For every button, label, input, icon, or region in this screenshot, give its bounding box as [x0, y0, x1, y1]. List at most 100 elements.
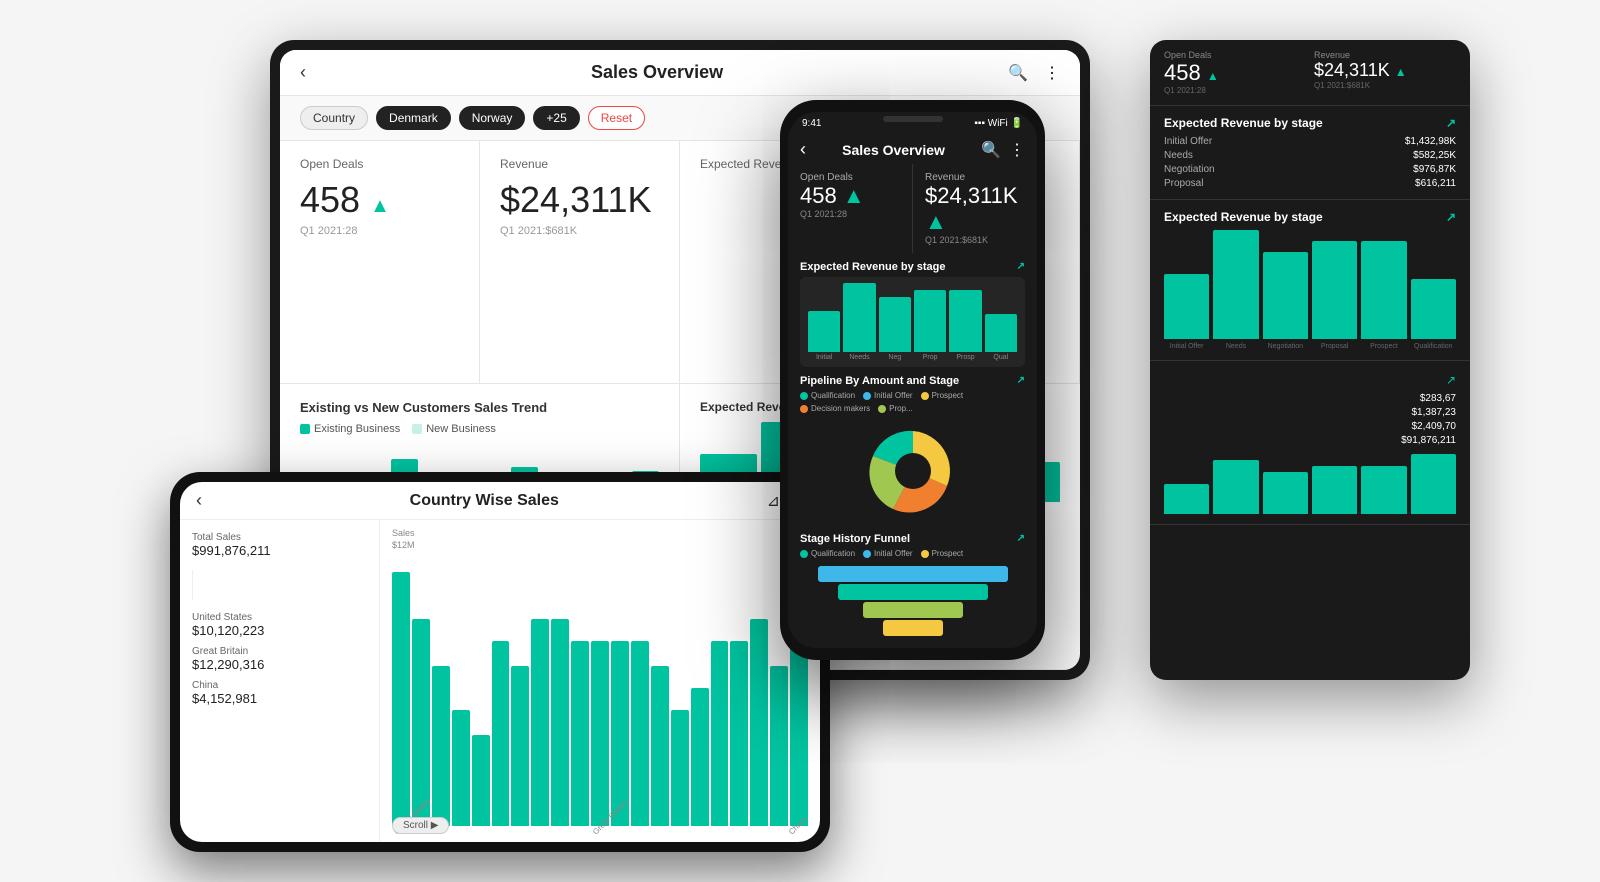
scroll-button[interactable]: Scroll ▶	[392, 817, 449, 834]
bar-us	[392, 572, 410, 826]
portrait-phone-device: 9:41 ▪▪▪ WiFi 🔋 ‹ Sales Overview 🔍 ⋮ Ope…	[780, 100, 1045, 660]
sales-trend-title: Existing vs New Customers Sales Trend	[300, 400, 659, 415]
funnel-dot	[863, 550, 871, 558]
pphone-open-deals-label: Open Deals	[800, 172, 900, 183]
legend-existing: Existing Business	[300, 423, 400, 435]
y-axis-label: Sales	[392, 528, 808, 538]
us-sales-metric: United States $10,120,223	[192, 612, 367, 638]
funnel-legend-qual: Qualification	[800, 549, 855, 558]
search-icon[interactable]: 🔍	[1008, 63, 1028, 83]
pphone-bar	[879, 297, 911, 352]
rp-bar-chart: Initial Offer Needs Negotiation Proposal…	[1164, 230, 1456, 350]
rp-bar-chart-title: Expected Revenue by stage ↗	[1164, 210, 1456, 224]
bar-germany	[472, 735, 490, 826]
open-deals-label: Open Deals	[300, 157, 459, 171]
legend-initial-offer: Initial Offer	[863, 391, 913, 400]
rp-bottom-section: ↗ $283,67 $1,387,23 $2,409,70 $91,876,21…	[1150, 361, 1470, 525]
legend-new-dot	[412, 424, 422, 434]
pphone-bars	[808, 283, 1017, 352]
pphone-open-deals-sub: Q1 2021:28	[800, 209, 900, 219]
bar-canada	[671, 710, 689, 826]
reset-button[interactable]: Reset	[588, 106, 645, 130]
open-deals-sub: Q1 2021:28	[300, 225, 459, 237]
expand-icon[interactable]: ↗	[1446, 116, 1456, 130]
open-deals-value: 458 ▲	[300, 179, 459, 221]
funnel-dot	[800, 550, 808, 558]
funnel-level-1	[818, 566, 1008, 582]
list-item: $1,387,23	[1164, 407, 1456, 418]
pphone-up-icon: ▲	[843, 183, 865, 208]
expand-icon-2[interactable]: ↗	[1446, 210, 1456, 224]
rp-bottom-bar	[1361, 466, 1406, 514]
rp-bar-label: Proposal	[1312, 343, 1357, 350]
metric-open-deals: Open Deals 458 ▲ Q1 2021:28	[280, 141, 480, 384]
bar-col3	[790, 641, 808, 826]
legend-existing-dot	[300, 424, 310, 434]
revenue-sub: Q1 2021:$681K	[500, 225, 659, 237]
pphone-exp-revenue-section: Expected Revenue by stage ↗ Initial N	[788, 253, 1037, 371]
filter-denmark[interactable]: Denmark	[376, 106, 451, 130]
pipeline-expand-icon[interactable]: ↗	[1017, 375, 1025, 387]
pphone-revenue-label: Revenue	[925, 172, 1025, 183]
pphone-bar	[808, 311, 840, 352]
legend-prospect: Prospect	[921, 391, 964, 400]
filter-country[interactable]: Country	[300, 106, 368, 130]
rp-open-deals-label: Open Deals	[1164, 50, 1306, 60]
china-value: $4,152,981	[192, 691, 367, 706]
list-item: $2,409,70	[1164, 421, 1456, 432]
rp-exp-revenue-section: Expected Revenue by stage ↗ Initial Offe…	[1150, 106, 1470, 200]
pphone-search-icon[interactable]: 🔍	[981, 140, 1001, 160]
pphone-bar	[914, 290, 946, 352]
rp-bar	[1312, 241, 1357, 339]
pphone-revenue-sub: Q1 2021:$681K	[925, 235, 1025, 245]
rp-bar	[1361, 241, 1406, 339]
landscape-phone-device: ‹ Country Wise Sales ⊿ ⋮ Total Sales $99…	[170, 472, 830, 852]
portrait-screen: 9:41 ▪▪▪ WiFi 🔋 ‹ Sales Overview 🔍 ⋮ Ope…	[788, 112, 1037, 648]
funnel-level-3	[863, 602, 963, 618]
rp-bottom-bars	[1164, 454, 1456, 514]
list-item: Proposal $616,211	[1164, 178, 1456, 189]
rp-bar-labels: Initial Offer Needs Negotiation Proposal…	[1164, 343, 1456, 350]
bar-cuba	[651, 666, 669, 826]
rp-revenue: Revenue $24,311K ▲ Q1 2021:$681K	[1314, 50, 1456, 95]
pphone-pipeline-section: Pipeline By Amount and Stage ↗ Qualifica…	[788, 371, 1037, 529]
pphone-more-icon[interactable]: ⋮	[1009, 140, 1025, 160]
bar-label: Neg	[879, 354, 911, 361]
bar-sweden	[611, 641, 629, 826]
filter-more[interactable]: +25	[533, 106, 579, 130]
bar-label: Initial	[808, 354, 840, 361]
us-label: United States	[192, 612, 367, 623]
y-axis-12m: $12M	[392, 540, 808, 550]
rp-bottom-bar	[1164, 484, 1209, 514]
gb-sales-metric: Great Britain $12,290,316	[192, 646, 367, 672]
back-icon[interactable]: ‹	[300, 62, 306, 83]
pphone-funnel-legend: Qualification Initial Offer Prospect	[800, 549, 1025, 558]
rp-bottom-list: $283,67 $1,387,23 $2,409,70 $91,876,211	[1164, 393, 1456, 446]
metric-revenue: Revenue $24,311K Q1 2021:$681K	[480, 141, 680, 384]
gb-label: Great Britain	[192, 646, 367, 657]
expand-icon-3[interactable]: ↗	[1446, 373, 1456, 387]
gb-value: $12,290,316	[192, 657, 367, 672]
rp-bottom-bar	[1263, 472, 1308, 514]
bar-italy	[571, 641, 589, 826]
funnel-level-2	[838, 584, 988, 600]
expand-icon-3-wrap: ↗	[1164, 371, 1456, 389]
china-sales-metric: China $4,152,981	[192, 680, 367, 706]
more-icon[interactable]: ⋮	[1044, 63, 1060, 83]
filter-norway[interactable]: Norway	[459, 106, 526, 130]
legend-existing-label: Existing Business	[314, 423, 400, 435]
pphone-status-bar: 9:41 ▪▪▪ WiFi 🔋	[788, 112, 1037, 135]
legend-new: New Business	[412, 423, 496, 435]
pphone-bar	[843, 283, 875, 352]
funnel-expand-icon[interactable]: ↗	[1017, 533, 1025, 545]
pphone-title: Sales Overview	[806, 142, 981, 158]
rp-bar	[1263, 252, 1308, 339]
rp-bottom-bar	[1411, 454, 1456, 514]
rp-revenue-value: $24,311K ▲	[1314, 60, 1456, 81]
bar-label: Prosp	[949, 354, 981, 361]
pphone-pipeline-title: Pipeline By Amount and Stage ↗	[800, 375, 1025, 387]
lphone-filter-icon[interactable]: ⊿	[767, 491, 780, 511]
expand-icon[interactable]: ↗	[1017, 261, 1025, 272]
pphone-rev-up-icon: ▲	[925, 209, 947, 234]
funnel-legend-initial: Initial Offer	[863, 549, 913, 558]
